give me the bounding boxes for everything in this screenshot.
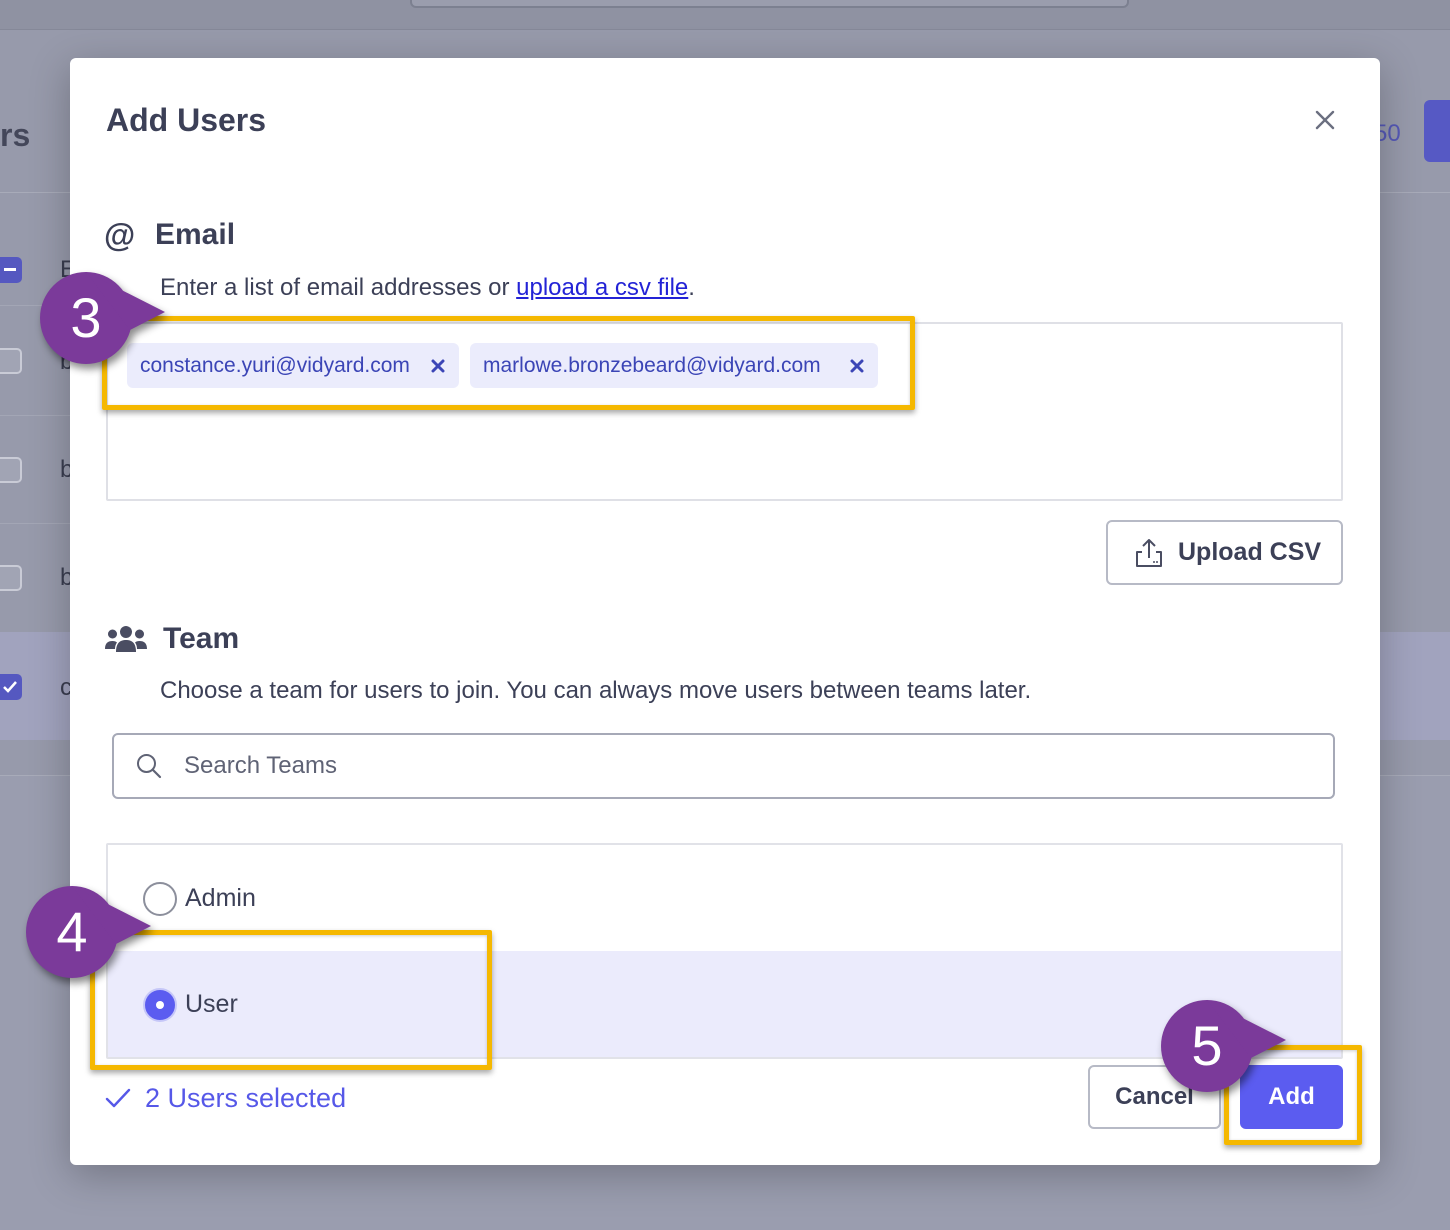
minus-icon (4, 268, 16, 271)
search-icon (137, 754, 162, 779)
email-description-text: Enter a list of email addresses or (160, 274, 517, 301)
role-label: Admin (185, 884, 256, 912)
upload-icon (1136, 538, 1162, 567)
step-number: 5 (1191, 1014, 1223, 1077)
highlight-box-email-chips (102, 316, 915, 410)
search-teams-input[interactable] (184, 752, 1284, 780)
background-row-checkbox (0, 348, 22, 374)
check-icon (105, 1088, 131, 1108)
background-row-checkbox (0, 457, 22, 483)
email-heading: Email (155, 218, 236, 251)
background-primary-button (1424, 100, 1450, 162)
close-icon (1315, 110, 1335, 130)
background-select-all-checkbox (0, 257, 22, 283)
users-selected-text: 2 Users selected (145, 1082, 347, 1113)
background-page-title: rs (0, 117, 31, 153)
step-number: 3 (70, 286, 102, 349)
check-icon (3, 681, 17, 693)
at-sign-icon: @ (104, 217, 136, 253)
email-description-suffix: . (688, 274, 695, 301)
background-row-checkbox (0, 565, 22, 591)
step-number: 4 (56, 900, 88, 963)
users-group-icon (105, 626, 147, 652)
users-selected-status: 2 Users selected (105, 1080, 346, 1116)
upload-csv-label: Upload CSV (1178, 538, 1322, 566)
team-description: Choose a team for users to join. You can… (160, 677, 1032, 704)
search-teams-field[interactable] (112, 733, 1335, 799)
background-search-field (410, 0, 1129, 8)
upload-csv-button[interactable]: Upload CSV (1106, 520, 1343, 585)
team-heading: Team (163, 622, 240, 655)
email-description: Enter a list of email addresses or uploa… (160, 273, 695, 303)
close-button[interactable] (1312, 107, 1338, 133)
background-row-checkbox-checked (0, 674, 22, 700)
background-row-divider (0, 523, 70, 524)
background-row-divider (0, 415, 70, 416)
modal-title: Add Users (106, 102, 267, 138)
upload-csv-link[interactable]: upload a csv file (516, 274, 688, 301)
